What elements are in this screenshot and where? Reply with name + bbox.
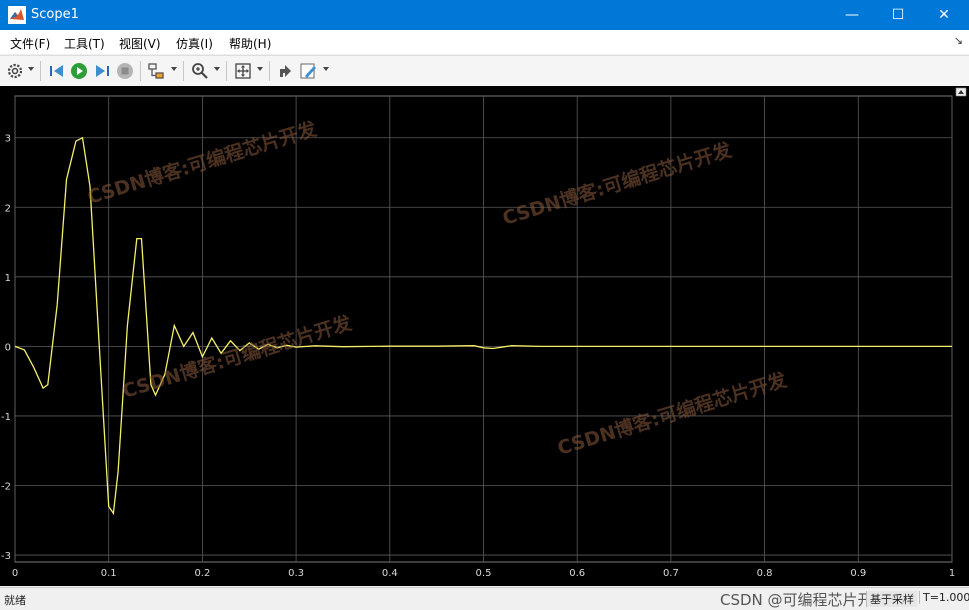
x-tick-label: 1 [949,568,955,579]
y-tick-label: 0 [5,342,11,353]
style-dropdown-icon[interactable] [323,67,329,71]
x-tick-label: 0.7 [663,568,679,579]
sample-mode-indicator: 基于采样 [866,591,917,607]
matlab-logo-icon [8,6,26,24]
autoscale-icon[interactable] [233,61,253,81]
watermark-3: CSDN博客:可编程芯片开发 [120,311,356,403]
menu-expand-icon[interactable]: ↘ [954,34,963,47]
title-bar: Scope1 — ☐ ✕ [0,0,969,30]
toolbar [0,55,969,87]
scope-plot[interactable]: 0 0.1 0.2 0.3 0.4 0.5 0.6 0.7 0.8 0.9 1 -3 -2 -1 0 1 2 3… [0,86,969,586]
y-tick-labels: -3 -2 -1 0 1 2 3 [1,134,11,562]
stop-icon[interactable] [115,61,135,81]
scope-display[interactable]: 0 0.1 0.2 0.3 0.4 0.5 0.6 0.7 0.8 0.9 1 -3 -2 -1 0 1 2 3… [0,86,969,586]
menu-simulation[interactable]: 仿真(I) [176,35,213,52]
menu-tools[interactable]: 工具(T) [64,35,105,52]
restore-icon[interactable] [276,61,296,81]
watermark-4: CSDN博客:可编程芯片开发 [555,368,791,460]
y-tick-label: -2 [1,481,11,492]
zoom-icon[interactable] [190,61,210,81]
y-tick-label: 3 [5,134,11,145]
settings-icon[interactable] [5,61,25,81]
highlight-dropdown-icon[interactable] [171,67,177,71]
autoscale-dropdown-icon[interactable] [257,67,263,71]
y-tick-label: 2 [5,203,11,214]
x-tick-label: 0 [12,568,18,579]
run-icon[interactable] [69,61,89,81]
style-icon[interactable] [299,61,319,81]
status-bar: 就绪 CSDN @可编程芯片开发 基于采样 T=1.000 [0,587,969,609]
y-tick-label: -1 [1,412,11,423]
step-forward-icon[interactable] [92,61,112,81]
menu-file[interactable]: 文件(F) [10,35,50,52]
x-tick-labels: 0 0.1 0.2 0.3 0.4 0.5 0.6 0.7 0.8 0.9 1 [12,568,955,579]
y-tick-label: 1 [5,273,11,284]
y-tick-label: -3 [1,551,11,562]
window-title: Scope1 [31,7,79,22]
menu-view[interactable]: 视图(V) [119,35,161,52]
zoom-dropdown-icon[interactable] [214,67,220,71]
settings-dropdown-icon[interactable] [28,67,34,71]
menu-bar: 文件(F) 工具(T) 视图(V) 仿真(I) 帮助(H) ↘ [0,30,969,54]
sim-time-indicator: T=1.000 [919,591,969,604]
x-tick-label: 0.3 [288,568,304,579]
x-tick-label: 0.2 [194,568,210,579]
close-button[interactable]: ✕ [921,0,967,30]
status-text: 就绪 [4,594,26,607]
x-tick-label: 0.4 [382,568,398,579]
watermark-2: CSDN博客:可编程芯片开发 [500,138,736,230]
x-tick-label: 0.6 [569,568,585,579]
maximize-button[interactable]: ☐ [875,0,921,30]
x-tick-label: 0.9 [850,568,866,579]
menu-help[interactable]: 帮助(H) [229,35,271,52]
x-tick-label: 0.5 [476,568,492,579]
highlight-block-icon[interactable] [147,61,167,81]
minimize-button[interactable]: — [829,0,875,30]
step-back-icon[interactable] [47,61,67,81]
x-tick-label: 0.1 [101,568,117,579]
x-tick-label: 0.8 [757,568,773,579]
